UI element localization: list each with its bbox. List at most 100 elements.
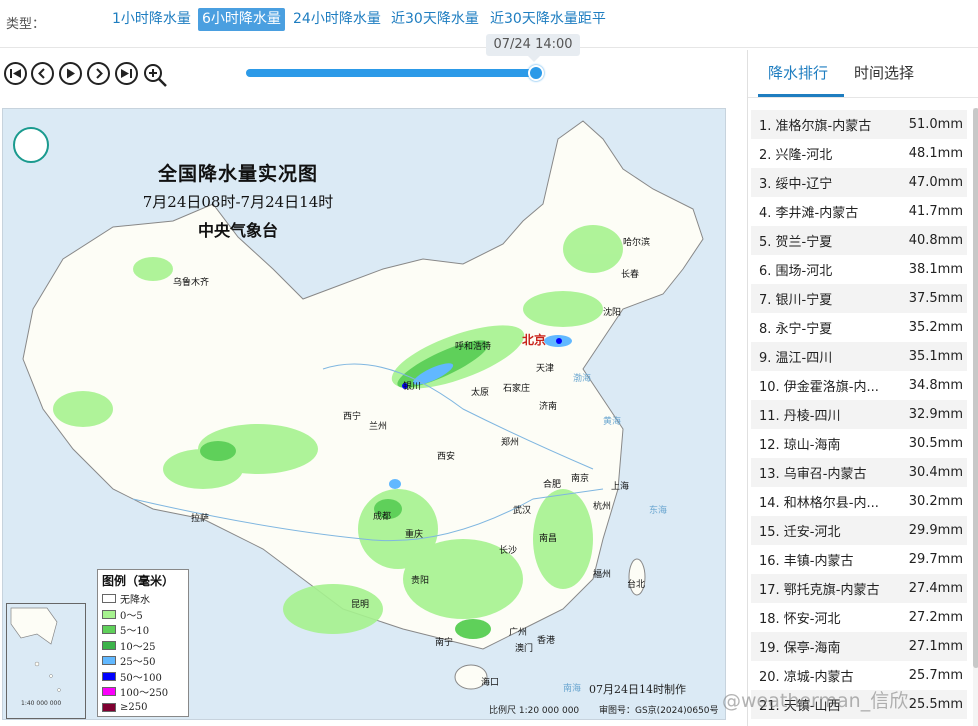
legend-item: 无降水 [102, 591, 184, 607]
ranking-row[interactable]: 18. 怀安-河北 27.2mm [751, 603, 967, 632]
rain-ranking-list: 1. 准格尔旗-内蒙古 51.0mm 2. 兴隆-河北 48.1mm 3. 绥中-辽宁 4… [751, 110, 967, 719]
sea-label: 渤海 [573, 374, 592, 384]
type-option-6h[interactable]: 6小时降水量 [198, 8, 285, 31]
type-option-30d-anomaly[interactable]: 近30天降水量距平 [486, 8, 610, 31]
ranking-station: 9. 温江-四川 [759, 351, 833, 366]
ranking-value: 27.2mm [908, 610, 963, 625]
legend-swatch [102, 702, 116, 712]
city-label: 南昌 [539, 534, 558, 544]
ranking-station: 20. 凉城-内蒙古 [759, 670, 854, 685]
ranking-station: 16. 丰镇-内蒙古 [759, 554, 854, 569]
city-label: 西安 [437, 452, 456, 462]
sea-label: 东海 [649, 506, 668, 516]
ranking-row[interactable]: 4. 李井滩-内蒙古 41.7mm [751, 197, 967, 226]
tab-time-select[interactable]: 时间选择 [854, 62, 914, 83]
ranking-station: 19. 保亭-海南 [759, 641, 841, 656]
city-label: 济南 [539, 402, 558, 412]
map-review-number: 审图号：GS京(2024)0650号 [599, 706, 719, 716]
tab-rain-ranking[interactable]: 降水排行 [768, 62, 828, 83]
legend-title: 图例（毫米） [102, 574, 175, 588]
city-label: 乌鲁木齐 [173, 278, 210, 288]
city-label: 昆明 [351, 600, 370, 610]
ranking-scrollbar-thumb[interactable] [973, 108, 978, 668]
ranking-row[interactable]: 9. 温江-四川 35.1mm [751, 342, 967, 371]
prev-frame-icon[interactable] [31, 62, 54, 85]
ranking-row[interactable]: 11. 丹棱-四川 32.9mm [751, 400, 967, 429]
ranking-station: 2. 兴隆-河北 [759, 148, 833, 163]
ranking-value: 40.8mm [908, 233, 963, 248]
ranking-station: 15. 迁安-河北 [759, 525, 841, 540]
time-slider-thumb[interactable] [528, 65, 544, 81]
south-china-sea-inset: 1:40 000 000 [6, 603, 86, 719]
ranking-station: 6. 围场-河北 [759, 264, 833, 279]
inset-scale: 1:40 000 000 [21, 700, 62, 707]
right-panel: 降水排行 时间选择 1. 准格尔旗-内蒙古 51.0mm 2. 兴隆-河北 48.1m… [747, 50, 978, 726]
legend-swatch [102, 609, 116, 619]
city-label: 哈尔滨 [623, 238, 651, 248]
map-agency: 中央气象台 [197, 221, 278, 240]
legend-item: 5～10 [102, 622, 184, 638]
ranking-scrollbar[interactable] [973, 108, 978, 726]
city-label: 重庆 [405, 530, 424, 540]
play-icon[interactable] [59, 62, 82, 85]
city-label: 沈阳 [603, 308, 622, 318]
ranking-station: 5. 贺兰-宁夏 [759, 235, 833, 250]
ranking-row[interactable]: 12. 琼山-海南 30.5mm [751, 429, 967, 458]
ranking-value: 35.2mm [908, 320, 963, 335]
watermark: @weatherman_信欣 [722, 690, 909, 712]
ranking-row[interactable]: 19. 保亭-海南 27.1mm [751, 632, 967, 661]
panel-tabs: 降水排行 时间选择 [748, 50, 978, 98]
ranking-value: 37.5mm [908, 291, 963, 306]
ranking-station: 10. 伊金霍洛旗-内... [759, 380, 879, 395]
ranking-value: 25.7mm [908, 668, 963, 683]
ranking-value: 30.2mm [908, 494, 963, 509]
ranking-station: 7. 银川-宁夏 [759, 293, 833, 308]
type-option-1h[interactable]: 1小时降水量 [108, 8, 195, 31]
ranking-row[interactable]: 8. 永宁-宁夏 35.2mm [751, 313, 967, 342]
ranking-value: 47.0mm [908, 175, 963, 190]
city-label: 澳门 [515, 644, 534, 654]
city-label: 武汉 [513, 506, 532, 516]
last-frame-icon[interactable] [115, 62, 138, 85]
legend-item: ≥250 [102, 700, 184, 716]
ranking-row[interactable]: 3. 绥中-辽宁 47.0mm [751, 168, 967, 197]
city-label: 兰州 [369, 422, 388, 432]
ranking-row[interactable]: 14. 和林格尔县-内... 30.2mm [751, 487, 967, 516]
ranking-row[interactable]: 15. 迁安-河北 29.9mm [751, 516, 967, 545]
ranking-row[interactable]: 1. 准格尔旗-内蒙古 51.0mm [751, 110, 967, 139]
city-label: 太原 [471, 388, 490, 398]
city-label: 上海 [611, 482, 630, 492]
legend-item: 50～100 [102, 669, 184, 685]
city-label: 石家庄 [503, 384, 531, 394]
ranking-row[interactable]: 7. 银川-宁夏 37.5mm [751, 284, 967, 313]
city-label: 南宁 [435, 638, 454, 648]
ranking-row[interactable]: 6. 围场-河北 38.1mm [751, 255, 967, 284]
type-option-24h[interactable]: 24小时降水量 [289, 8, 385, 31]
type-option-30d[interactable]: 近30天降水量 [387, 8, 483, 31]
city-label: 福州 [593, 570, 612, 580]
ranking-value: 35.1mm [908, 349, 963, 364]
next-frame-icon[interactable] [87, 62, 110, 85]
ranking-row[interactable]: 10. 伊金霍洛旗-内... 34.8mm [751, 371, 967, 400]
ranking-row[interactable]: 17. 鄂托克旗-内蒙古 27.4mm [751, 574, 967, 603]
legend-label: ≥250 [120, 701, 148, 713]
ranking-row[interactable]: 13. 乌审召-内蒙古 30.4mm [751, 458, 967, 487]
ranking-row[interactable]: 5. 贺兰-宁夏 40.8mm [751, 226, 967, 255]
legend-swatch [102, 687, 116, 697]
legend-label: 5～10 [120, 626, 150, 638]
legend-swatch [102, 625, 116, 635]
ranking-value: 25.5mm [908, 697, 963, 712]
map-legend: 图例（毫米） 无降水 0～5 5～10 10～25 25～50 50～100 100～250… [97, 569, 189, 717]
first-frame-icon[interactable] [4, 62, 27, 85]
time-slider[interactable] [246, 65, 544, 81]
city-label: 长春 [621, 270, 640, 280]
cma-logo-icon [13, 127, 49, 163]
legend-swatch [102, 656, 116, 666]
city-label: 南京 [571, 474, 590, 484]
city-label: 西宁 [343, 412, 362, 422]
city-label: 香港 [537, 636, 556, 646]
ranking-row[interactable]: 2. 兴隆-河北 48.1mm [751, 139, 967, 168]
precipitation-map[interactable]: 全国降水量实况图 7月24日08时-7月24日14时 中央气象台 乌鲁木齐 哈尔… [2, 108, 726, 720]
zoom-in-icon[interactable] [142, 62, 168, 88]
ranking-row[interactable]: 16. 丰镇-内蒙古 29.7mm [751, 545, 967, 574]
